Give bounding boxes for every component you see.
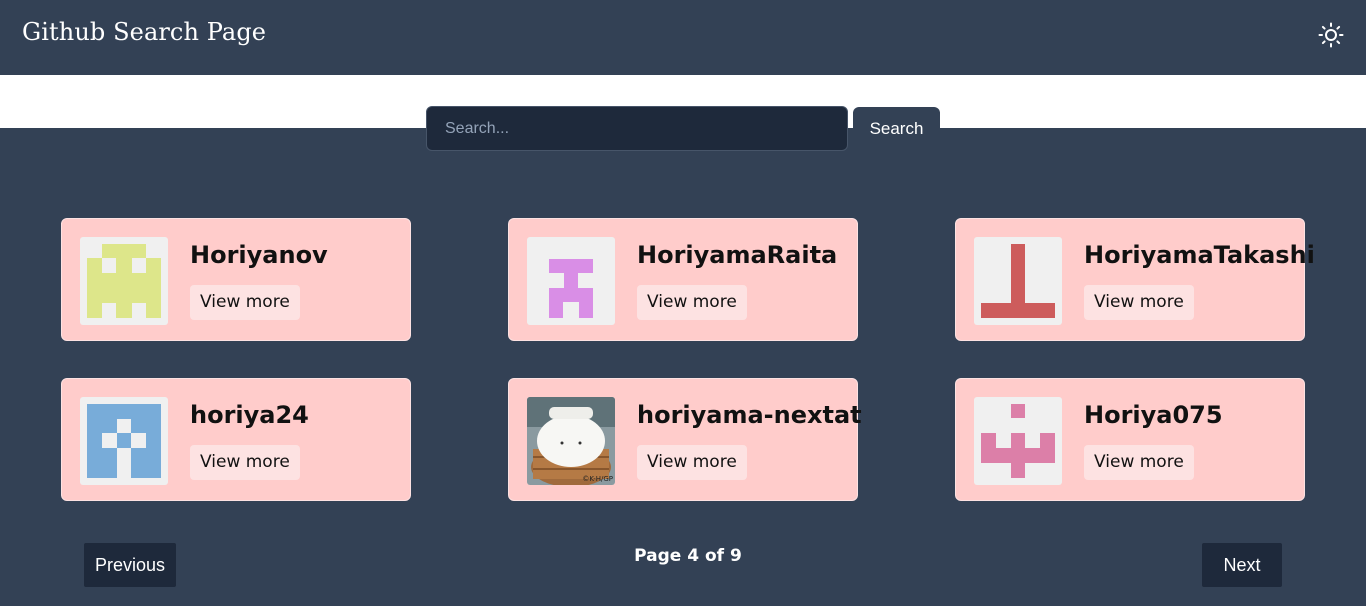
user-card: horiya24 View more: [61, 378, 411, 501]
photo-avatar-icon: ©K-H/GP: [527, 397, 615, 485]
user-avatar: ©K-H/GP: [527, 397, 615, 485]
user-card: Horiya075 View more: [955, 378, 1305, 501]
username[interactable]: Horiya075: [1084, 401, 1223, 429]
user-card: HoriyamaRaita View more: [508, 218, 858, 341]
view-more-button[interactable]: View more: [190, 445, 300, 480]
username[interactable]: HoriyamaTakashi: [1084, 241, 1315, 269]
theme-toggle-button[interactable]: [1317, 21, 1345, 49]
username[interactable]: HoriyamaRaita: [637, 241, 837, 269]
user-card: ©K-H/GP horiyama-nextat View more: [508, 378, 862, 501]
search-button[interactable]: Search: [853, 107, 940, 151]
user-card: Horiyanov View more: [61, 218, 411, 341]
identicon-purple-icon: [549, 259, 593, 318]
user-avatar: [974, 237, 1062, 325]
page-indicator: Page 4 of 9: [634, 546, 742, 566]
next-page-button[interactable]: Next: [1202, 543, 1282, 587]
user-avatar: [80, 237, 168, 325]
username[interactable]: horiyama-nextat: [637, 401, 862, 429]
user-card: HoriyamaTakashi View more: [955, 218, 1315, 341]
header-bar: Github Search Page: [0, 0, 1366, 75]
user-avatar: [80, 397, 168, 485]
sun-icon: [1318, 22, 1344, 48]
view-more-button[interactable]: View more: [1084, 285, 1194, 320]
identicon-red-icon: [981, 244, 1055, 318]
user-avatar: [974, 397, 1062, 485]
identicon-blue-icon: [87, 404, 161, 478]
app-title: Github Search Page: [22, 18, 267, 46]
identicon-green-icon: [87, 244, 161, 318]
svg-text:©K-H/GP: ©K-H/GP: [582, 475, 613, 483]
view-more-button[interactable]: View more: [637, 285, 747, 320]
identicon-pink-icon: [981, 404, 1055, 478]
previous-page-button[interactable]: Previous: [84, 543, 176, 587]
username[interactable]: horiya24: [190, 401, 309, 429]
username[interactable]: Horiyanov: [190, 241, 328, 269]
user-avatar: [527, 237, 615, 325]
view-more-button[interactable]: View more: [1084, 445, 1194, 480]
view-more-button[interactable]: View more: [637, 445, 747, 480]
view-more-button[interactable]: View more: [190, 285, 300, 320]
search-input[interactable]: [426, 106, 848, 151]
